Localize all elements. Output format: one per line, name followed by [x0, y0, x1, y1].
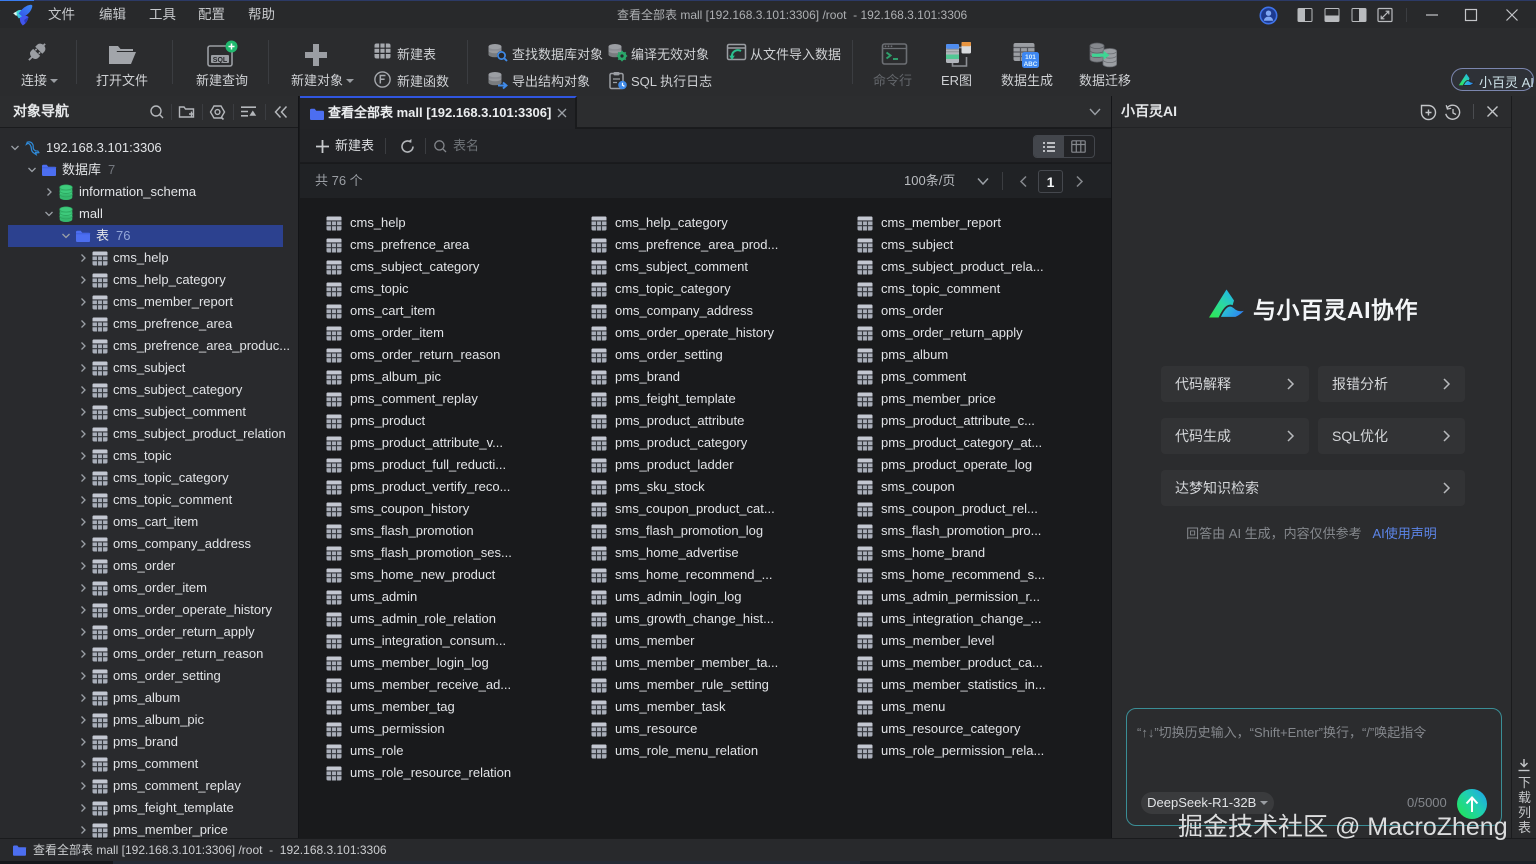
svg-text:101: 101 — [1025, 54, 1036, 61]
svg-text:SQL: SQL — [213, 57, 228, 64]
svg-text:ABC: ABC — [1024, 61, 1038, 68]
